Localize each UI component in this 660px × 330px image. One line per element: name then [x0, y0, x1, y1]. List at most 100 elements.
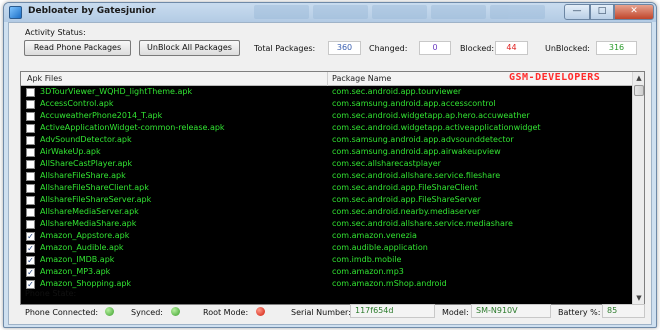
row-checkbox[interactable] — [26, 172, 35, 181]
package-name: com.samsung.android.app.advsounddetector — [332, 135, 514, 144]
list-item[interactable]: AllshareFileShareClient.apk com.sec.andro… — [21, 183, 632, 194]
scroll-up-icon[interactable]: ▲ — [633, 72, 645, 84]
column-separator[interactable] — [327, 72, 328, 86]
changed-value: 0 — [419, 41, 451, 55]
apk-file-name: Amazon_MP3.apk — [40, 267, 111, 276]
ghost-tab — [431, 5, 486, 19]
list-item[interactable]: ✓ Amazon_Audible.apk com.audible.applicati… — [21, 243, 632, 254]
package-name: com.sec.android.allshare.service.mediash… — [332, 219, 513, 228]
package-name: com.imdb.mobile — [332, 255, 402, 264]
row-checkbox[interactable]: ✓ — [26, 280, 35, 289]
package-name: com.sec.android.app.FileShareServer — [332, 195, 481, 204]
row-checkbox[interactable] — [26, 88, 35, 97]
list-item[interactable]: AccessControl.apk com.samsung.android.app… — [21, 99, 632, 110]
scrollbar-thumb[interactable] — [634, 85, 644, 96]
list-item[interactable]: ✓ Amazon_Appstore.apk com.amazon.venezia — [21, 231, 632, 242]
row-checkbox[interactable] — [26, 196, 35, 205]
list-item[interactable]: AllshareFileShare.apk com.sec.android.all… — [21, 171, 632, 182]
ghost-tab — [372, 5, 427, 19]
scroll-down-icon[interactable]: ▼ — [633, 292, 645, 304]
root-mode-label: Root Mode: — [203, 308, 249, 317]
apk-file-name: Amazon_Appstore.apk — [40, 231, 130, 240]
battery-label: Battery %: — [558, 308, 601, 317]
package-name: com.sec.android.app.tourviewer — [332, 87, 462, 96]
apk-file-name: AllshareFileShare.apk — [40, 171, 126, 180]
row-checkbox[interactable] — [26, 124, 35, 133]
total-packages-label: Total Packages: — [254, 44, 316, 53]
list-item[interactable]: ActiveApplicationWidget-common-release.a… — [21, 123, 632, 134]
app-icon — [9, 6, 22, 19]
apk-list-grid[interactable]: Apk Files Package Name GSM-DEVELOPERS 3D… — [20, 71, 645, 305]
list-item[interactable]: AirWakeUp.apk com.samsung.android.app.air… — [21, 147, 632, 158]
package-name: com.sec.android.nearby.mediaserver — [332, 207, 481, 216]
app-window: Debloater by Gatesjunior — □ ✕ Activity … — [3, 2, 657, 328]
apk-file-name: AccuweatherPhone2014_T.apk — [40, 111, 163, 120]
package-name: com.samsung.android.app.airwakeupview — [332, 147, 501, 156]
apk-file-name: AllshareMediaShare.apk — [40, 219, 137, 228]
apk-file-name: AirWakeUp.apk — [40, 147, 101, 156]
list-item[interactable]: AllShareCastPlayer.apk com.sec.allshareca… — [21, 159, 632, 170]
list-item[interactable]: ✓ Amazon_Shopping.apk com.amazon.mShop.and… — [21, 279, 632, 290]
background-taskbar-ghost — [254, 5, 545, 19]
row-checkbox[interactable]: ✓ — [26, 244, 35, 253]
vertical-scrollbar[interactable]: ▲ ▼ — [632, 72, 644, 304]
row-checkbox[interactable] — [26, 208, 35, 217]
column-header-apk-files[interactable]: Apk Files — [27, 74, 62, 83]
row-checkbox[interactable] — [26, 112, 35, 121]
apk-file-name: AllShareCastPlayer.apk — [40, 159, 133, 168]
row-checkbox[interactable] — [26, 148, 35, 157]
ghost-tab — [254, 5, 309, 19]
model-value: SM-N910V — [471, 304, 551, 318]
list-item[interactable]: AllshareMediaShare.apk com.sec.android.al… — [21, 219, 632, 230]
package-name: com.amazon.venezia — [332, 231, 417, 240]
synced-label: Synced: — [131, 308, 163, 317]
list-item[interactable]: AdvSoundDetector.apk com.samsung.android.… — [21, 135, 632, 146]
list-item[interactable]: AllshareFileShareServer.apk com.sec.andro… — [21, 195, 632, 206]
ghost-tab — [313, 5, 368, 19]
package-name: com.sec.android.widgetapp.activeapplicat… — [332, 123, 541, 132]
row-checkbox[interactable]: ✓ — [26, 232, 35, 241]
grid-rows: 3DTourViewer_WQHD_lightTheme.apk com.sec.… — [21, 87, 632, 306]
row-checkbox[interactable]: ✓ — [26, 268, 35, 277]
blocked-label: Blocked: — [460, 44, 495, 53]
close-button[interactable]: ✕ — [614, 4, 654, 20]
row-checkbox[interactable]: ✓ — [26, 256, 35, 265]
list-item[interactable]: ✓ Amazon_MP3.apk com.amazon.mp3 — [21, 267, 632, 278]
unblock-all-packages-button[interactable]: UnBlock All Packages — [139, 40, 240, 56]
row-checkbox[interactable] — [26, 100, 35, 109]
maximize-button[interactable]: □ — [590, 4, 614, 20]
phone-state-label: Phone State: — [25, 289, 77, 298]
battery-value: 85 — [602, 304, 645, 318]
minimize-button[interactable]: — — [564, 4, 590, 20]
serial-number-value: 117f654d — [350, 304, 435, 318]
row-checkbox[interactable] — [26, 184, 35, 193]
apk-file-name: AllshareFileShareClient.apk — [40, 183, 149, 192]
row-checkbox[interactable] — [26, 160, 35, 169]
list-item[interactable]: ✓ Amazon_IMDB.apk com.imdb.mobile — [21, 255, 632, 266]
blocked-value: 44 — [495, 41, 528, 55]
package-name: com.sec.android.allshare.service.filesha… — [332, 171, 501, 180]
phone-connected-label: Phone Connected: — [25, 308, 99, 317]
activity-status-label: Activity Status: — [25, 28, 86, 37]
read-phone-packages-button[interactable]: Read Phone Packages — [24, 40, 131, 56]
apk-file-name: AccessControl.apk — [40, 99, 114, 108]
package-name: com.sec.allsharecastplayer — [332, 159, 441, 168]
total-packages-value: 360 — [328, 41, 361, 55]
ghost-tab — [490, 5, 545, 19]
list-item[interactable]: AccuweatherPhone2014_T.apk com.sec.androi… — [21, 111, 632, 122]
main-panel: Activity Status: Read Phone Packages UnB… — [8, 22, 652, 325]
row-checkbox[interactable] — [26, 220, 35, 229]
changed-label: Changed: — [369, 44, 408, 53]
apk-file-name: AllshareFileShareServer.apk — [40, 195, 152, 204]
row-checkbox[interactable] — [26, 136, 35, 145]
title-bar[interactable]: Debloater by Gatesjunior — □ ✕ — [4, 3, 656, 22]
apk-file-name: AdvSoundDetector.apk — [40, 135, 132, 144]
package-name: com.samsung.android.app.accesscontrol — [332, 99, 496, 108]
root-mode-indicator-icon — [256, 307, 265, 316]
phone-connected-indicator-icon — [105, 307, 114, 316]
list-item[interactable]: AllshareMediaServer.apk com.sec.android.n… — [21, 207, 632, 218]
list-item[interactable]: 3DTourViewer_WQHD_lightTheme.apk com.sec.… — [21, 87, 632, 98]
window-title: Debloater by Gatesjunior — [28, 6, 156, 16]
package-name: com.audible.application — [332, 243, 428, 252]
column-header-package-name[interactable]: Package Name — [332, 74, 391, 83]
